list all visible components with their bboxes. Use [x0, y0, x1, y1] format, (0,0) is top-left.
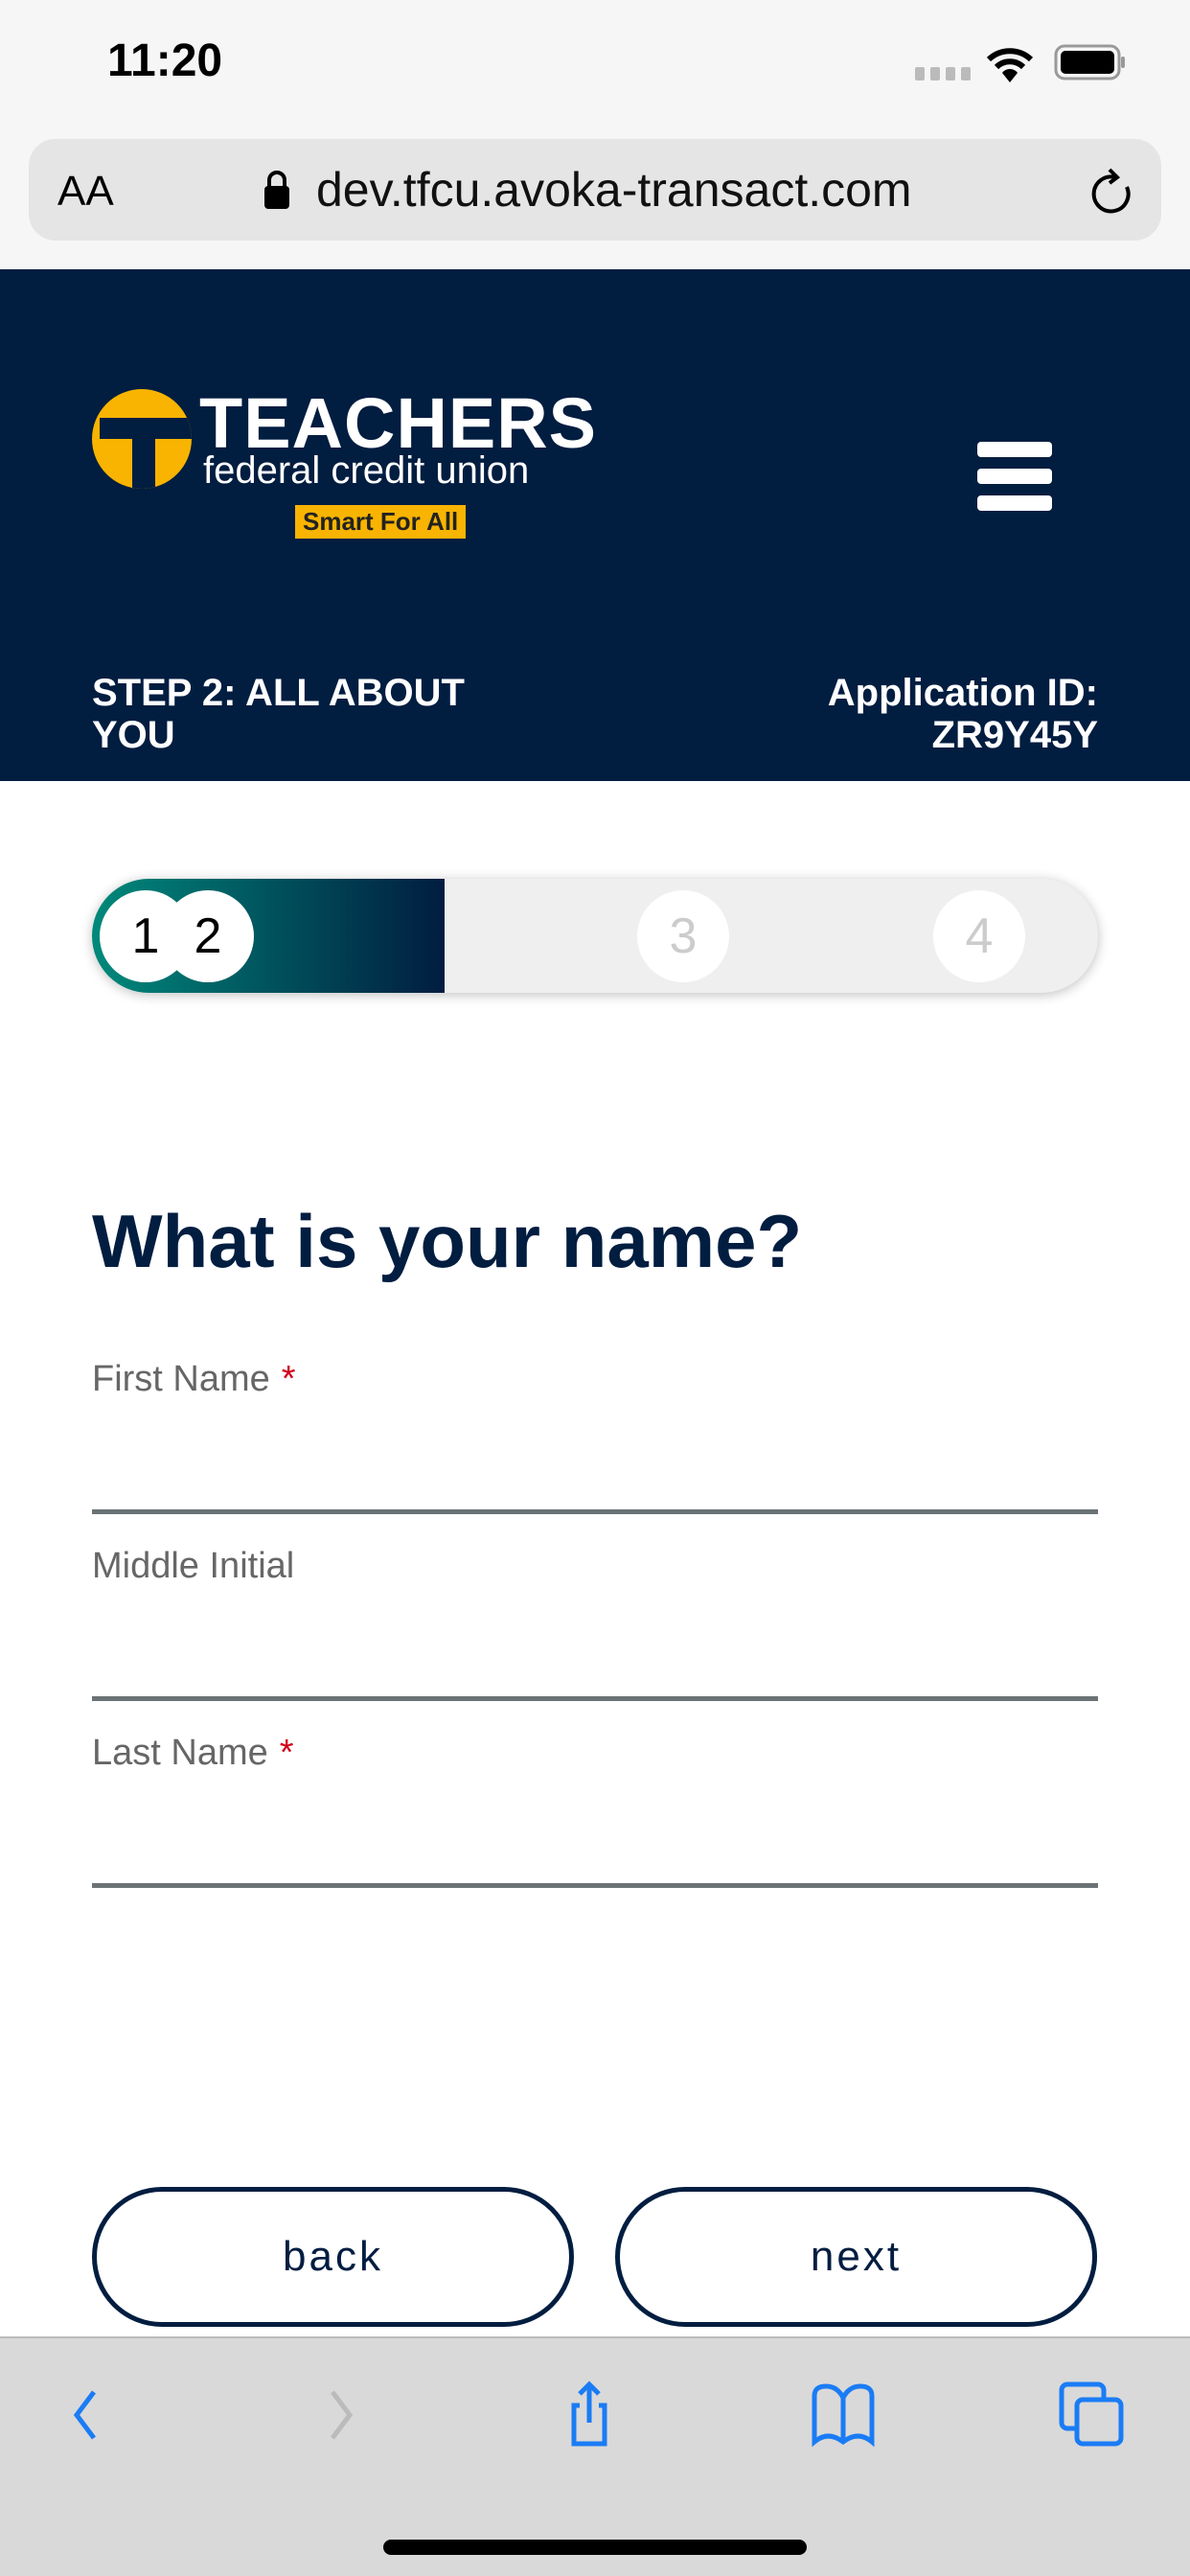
last-name-label: Last Name * — [92, 1733, 294, 1774]
first-name-label: First Name * — [92, 1359, 296, 1400]
back-button[interactable]: back — [92, 2187, 574, 2327]
reload-icon[interactable] — [1087, 166, 1134, 218]
back-chevron-icon[interactable] — [48, 2377, 125, 2453]
step-progress-bar: 1 2 3 4 — [92, 879, 1098, 993]
next-button[interactable]: next — [615, 2187, 1097, 2327]
first-name-input[interactable] — [92, 1447, 1098, 1514]
tabs-icon[interactable] — [1054, 2377, 1131, 2453]
hamburger-menu-icon[interactable] — [977, 442, 1052, 511]
step-3: 3 — [637, 890, 729, 982]
logo-icon — [92, 389, 192, 489]
step-4: 4 — [933, 890, 1025, 982]
lock-icon — [264, 171, 289, 209]
battery-icon — [1054, 44, 1125, 80]
middle-initial-input[interactable] — [92, 1634, 1098, 1701]
clock: 11:20 — [107, 35, 223, 86]
required-marker: * — [279, 1733, 294, 1773]
wifi-icon — [986, 48, 1034, 82]
required-marker: * — [281, 1359, 296, 1399]
forward-chevron-icon[interactable] — [302, 2377, 378, 2453]
application-id-value: ZR9Y45Y — [931, 714, 1098, 756]
site-header: TEACHERS federal credit union Smart For … — [0, 269, 1190, 781]
text-size-button[interactable]: AA — [57, 168, 114, 216]
signal-icon — [915, 67, 971, 80]
application-id: Application ID: ZR9Y45Y — [828, 672, 1098, 756]
last-name-input[interactable] — [92, 1821, 1098, 1888]
home-indicator[interactable] — [383, 2540, 807, 2555]
middle-initial-label: Middle Initial — [92, 1546, 295, 1586]
label-text: Last Name — [92, 1733, 268, 1773]
application-id-label: Application ID: — [827, 672, 1098, 714]
logo-subtitle: federal credit union — [203, 449, 530, 492]
address-bar[interactable]: AA dev.tfcu.avoka-transact.com — [29, 139, 1161, 241]
bookmarks-icon[interactable] — [805, 2377, 881, 2453]
logo-tagline: Smart For All — [295, 505, 467, 539]
step-label: STEP 2: ALL ABOUT YOU — [92, 672, 465, 756]
step-2: 2 — [162, 890, 254, 982]
share-icon[interactable] — [551, 2377, 628, 2453]
label-text: First Name — [92, 1359, 270, 1399]
page-title: What is your name? — [92, 1199, 803, 1283]
status-bar: 11:20 AA dev.tfcu.avoka-transact.com — [0, 0, 1190, 269]
url-text[interactable]: dev.tfcu.avoka-transact.com — [316, 162, 912, 218]
